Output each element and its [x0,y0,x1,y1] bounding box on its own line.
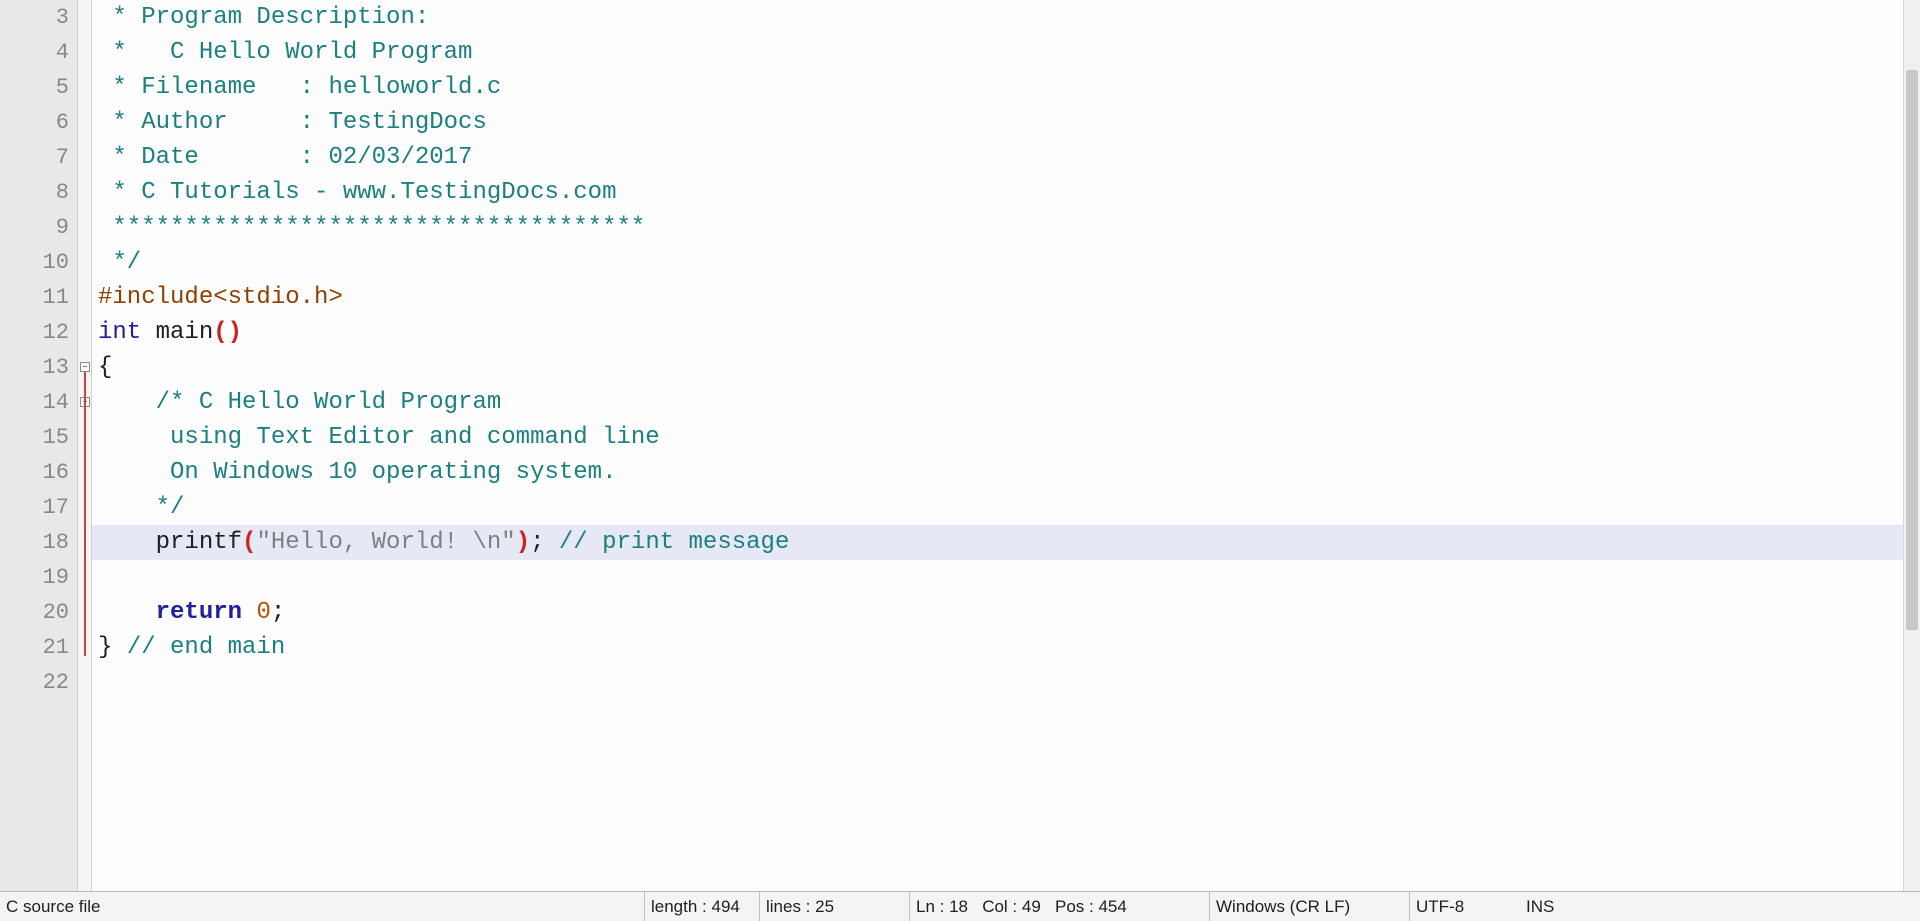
code-token: using Text Editor and command line [98,424,660,451]
code-content[interactable]: * Program Description: * C Hello World P… [92,0,1903,891]
status-lines: lines : 25 [760,892,910,921]
status-encoding: UTF-8 [1410,892,1520,921]
code-token: int [98,319,141,346]
code-token: */ [98,249,141,276]
status-bar: C source file length : 494 lines : 25 Ln… [0,891,1920,921]
code-token: * Author : TestingDocs [98,109,487,136]
line-number[interactable]: 10 [0,245,77,280]
code-line[interactable]: * Author : TestingDocs [92,105,1903,140]
line-number[interactable]: 9 [0,210,77,245]
line-number[interactable]: 8 [0,175,77,210]
code-line[interactable]: On Windows 10 operating system. [92,455,1903,490]
status-length: length : 494 [645,892,760,921]
code-line[interactable]: */ [92,245,1903,280]
code-token: ; [271,599,285,626]
code-line[interactable]: printf("Hello, World! \n"); // print mes… [92,525,1903,560]
code-line[interactable]: } // end main [92,630,1903,665]
line-number[interactable]: 14 [0,385,77,420]
line-number[interactable]: 20 [0,595,77,630]
code-token: * Program Description: [98,4,429,31]
line-number[interactable]: 19 [0,560,77,595]
line-number[interactable]: 6 [0,105,77,140]
code-token: "Hello, World! \n" [256,529,515,556]
code-line[interactable]: * C Tutorials - www.TestingDocs.com [92,175,1903,210]
code-token: /* C Hello World Program [98,389,501,416]
line-number[interactable]: 17 [0,490,77,525]
code-line[interactable]: { [92,350,1903,385]
status-insert-mode: INS [1520,892,1920,921]
code-token: // end main [127,634,285,661]
code-line[interactable]: #include<stdio.h> [92,280,1903,315]
code-token: ; [530,529,559,556]
code-line[interactable] [92,560,1903,595]
code-line[interactable]: * Date : 02/03/2017 [92,140,1903,175]
line-number[interactable]: 13 [0,350,77,385]
code-token: printf [156,529,242,556]
fold-column[interactable]: −− [78,0,92,891]
scrollbar-thumb[interactable] [1906,70,1918,630]
line-number[interactable]: 7 [0,140,77,175]
line-number[interactable]: 5 [0,70,77,105]
fold-guide-line [84,372,86,656]
code-token: * C Hello World Program [98,39,472,66]
code-token: () [213,319,242,346]
editor-container: 345678910111213141516171819202122 −− * P… [0,0,1920,921]
code-line[interactable]: /* C Hello World Program [92,385,1903,420]
line-number[interactable]: 22 [0,665,77,700]
code-token [112,634,126,661]
code-token: * Date : 02/03/2017 [98,144,472,171]
code-token: { [98,354,112,381]
vertical-scrollbar[interactable] [1903,0,1920,891]
code-token: // print message [559,529,789,556]
status-eol: Windows (CR LF) [1210,892,1410,921]
code-line[interactable]: using Text Editor and command line [92,420,1903,455]
code-token: 0 [256,599,270,626]
code-token [98,529,156,556]
code-line[interactable]: int main() [92,315,1903,350]
status-cursor-position: Ln : 18 Col : 49 Pos : 454 [910,892,1210,921]
code-line[interactable]: */ [92,490,1903,525]
status-filetype: C source file [0,892,645,921]
line-number-gutter[interactable]: 345678910111213141516171819202122 [0,0,78,891]
code-token [242,599,256,626]
code-token: #include<stdio.h> [98,284,343,311]
code-line[interactable]: * Filename : helloworld.c [92,70,1903,105]
code-line[interactable]: * Program Description: [92,0,1903,35]
code-token: */ [98,494,184,521]
line-number[interactable]: 4 [0,35,77,70]
code-token [98,599,156,626]
code-token: return [156,599,242,626]
fold-minus-icon[interactable]: − [80,362,90,372]
code-line[interactable]: ************************************* [92,210,1903,245]
code-token [141,319,155,346]
code-line[interactable]: * C Hello World Program [92,35,1903,70]
line-number[interactable]: 18 [0,525,77,560]
line-number[interactable]: 3 [0,0,77,35]
line-number[interactable]: 15 [0,420,77,455]
code-token: * C Tutorials - www.TestingDocs.com [98,179,616,206]
code-area: 345678910111213141516171819202122 −− * P… [0,0,1920,891]
line-number[interactable]: 12 [0,315,77,350]
line-number[interactable]: 16 [0,455,77,490]
code-line[interactable] [92,665,1903,700]
code-token: main [156,319,214,346]
code-token: On Windows 10 operating system. [98,459,616,486]
code-token: ) [516,529,530,556]
code-token: } [98,634,112,661]
code-token: ( [242,529,256,556]
line-number[interactable]: 21 [0,630,77,665]
line-number[interactable]: 11 [0,280,77,315]
code-line[interactable]: return 0; [92,595,1903,630]
code-token: ************************************* [98,214,645,241]
code-token: * Filename : helloworld.c [98,74,501,101]
